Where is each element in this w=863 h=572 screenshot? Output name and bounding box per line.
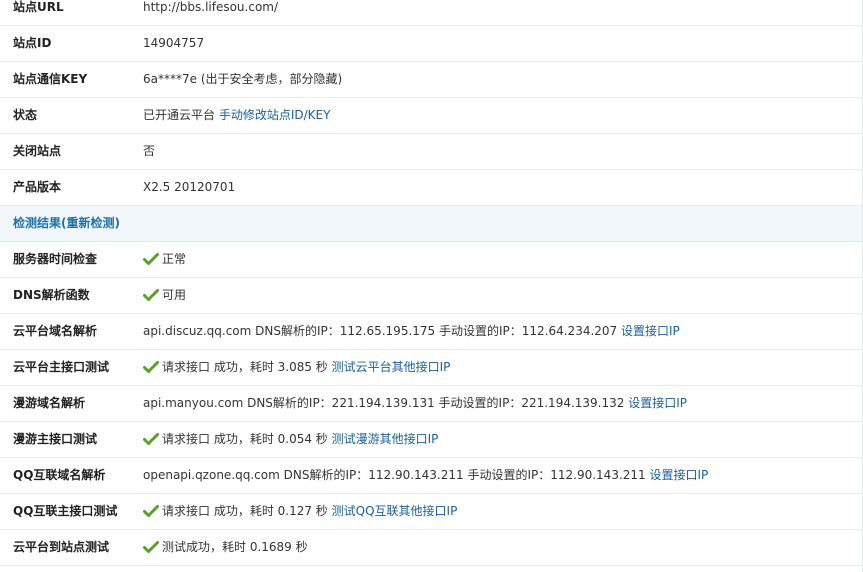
check-mark-icon xyxy=(143,289,159,301)
dns-func-value-group: 可用 xyxy=(143,278,186,313)
cloud-set-ip-link[interactable]: 设置接口IP xyxy=(621,324,680,338)
status-value-group: 已开通云平台 手动修改站点ID/KEY xyxy=(143,98,330,133)
dns-func-label: DNS解析函数 xyxy=(13,288,90,302)
row-qq-api: QQ互联主接口测试 请求接口 成功，耗时 0.127 秒 测试QQ互联其他接口I… xyxy=(0,494,863,530)
qq-dns-value-group: openapi.qzone.qq.com DNS解析的IP：112.90.143… xyxy=(143,458,708,493)
manyou-dns-value: api.manyou.com DNS解析的IP：221.194.139.131 … xyxy=(143,396,625,410)
version-label: 产品版本 xyxy=(13,180,62,194)
cloud-status-table: 站点URL http://bbs.lifesou.com/ 站点ID 14904… xyxy=(0,0,863,566)
check-mark-icon xyxy=(143,541,159,553)
qq-dns-value: openapi.qzone.qq.com DNS解析的IP：112.90.143… xyxy=(143,468,646,482)
qq-dns-label: QQ互联域名解析 xyxy=(13,468,106,482)
server-time-value: 正常 xyxy=(162,252,187,266)
status-label: 状态 xyxy=(13,108,38,122)
row-cloud-api: 云平台主接口测试 请求接口 成功，耗时 3.085 秒 测试云平台其他接口IP xyxy=(0,350,863,386)
row-manyou-dns: 漫游域名解析 api.manyou.com DNS解析的IP：221.194.1… xyxy=(0,386,863,422)
row-qq-dns: QQ互联域名解析 openapi.qzone.qq.com DNS解析的IP：1… xyxy=(0,458,863,494)
row-cloud-dns: 云平台域名解析 api.discuz.qq.com DNS解析的IP：112.6… xyxy=(0,314,863,350)
cloud-api-value-group: 请求接口 成功，耗时 3.085 秒 测试云平台其他接口IP xyxy=(143,350,450,385)
server-time-value-group: 正常 xyxy=(143,242,186,277)
qq-set-ip-link[interactable]: 设置接口IP xyxy=(650,468,709,482)
row-site-url: 站点URL http://bbs.lifesou.com/ xyxy=(0,0,863,26)
cloud-test-other-ip-link[interactable]: 测试云平台其他接口IP xyxy=(332,360,451,374)
row-version: 产品版本 X2.5 20120701 xyxy=(0,170,863,206)
dns-func-value: 可用 xyxy=(162,288,187,302)
check-mark-icon xyxy=(143,505,159,517)
row-cloud-site: 云平台到站点测试 测试成功，耗时 0.1689 秒 xyxy=(0,530,863,566)
cloud-dns-label: 云平台域名解析 xyxy=(13,324,98,338)
cloud-api-value: 请求接口 成功，耗时 3.085 秒 xyxy=(162,360,328,374)
row-check-results-header: 检测结果(重新检测) xyxy=(0,206,863,242)
manyou-test-other-ip-link[interactable]: 测试漫游其他接口IP xyxy=(332,432,439,446)
manyou-api-label: 漫游主接口测试 xyxy=(13,432,98,446)
row-manyou-api: 漫游主接口测试 请求接口 成功，耗时 0.054 秒 测试漫游其他接口IP xyxy=(0,422,863,458)
row-dns-func: DNS解析函数 可用 xyxy=(0,278,863,314)
row-site-key: 站点通信KEY 6a****7e (出于安全考虑，部分隐藏) xyxy=(0,62,863,98)
cloud-site-value: 测试成功，耗时 0.1689 秒 xyxy=(162,540,308,554)
manyou-api-value: 请求接口 成功，耗时 0.054 秒 xyxy=(162,432,328,446)
site-closed-value: 否 xyxy=(143,144,156,158)
site-key-value: 6a****7e (出于安全考虑，部分隐藏) xyxy=(143,72,343,86)
status-value: 已开通云平台 xyxy=(143,108,216,122)
manyou-dns-label: 漫游域名解析 xyxy=(13,396,86,410)
check-mark-icon xyxy=(143,253,159,265)
site-url-value: http://bbs.lifesou.com/ xyxy=(143,0,279,14)
version-value: X2.5 20120701 xyxy=(143,180,236,194)
row-server-time: 服务器时间检查 正常 xyxy=(0,242,863,278)
row-site-closed: 关闭站点 否 xyxy=(0,134,863,170)
server-time-label: 服务器时间检查 xyxy=(13,252,98,266)
modify-site-key-link[interactable]: 手动修改站点ID/KEY xyxy=(219,108,331,122)
qq-api-label: QQ互联主接口测试 xyxy=(13,504,118,518)
site-id-value: 14904757 xyxy=(143,36,205,50)
site-id-label: 站点ID xyxy=(13,36,52,50)
cloud-dns-value-group: api.discuz.qq.com DNS解析的IP：112.65.195.17… xyxy=(143,314,680,349)
manyou-set-ip-link[interactable]: 设置接口IP xyxy=(628,396,687,410)
site-key-label: 站点通信KEY xyxy=(13,72,88,86)
check-mark-icon xyxy=(143,433,159,445)
site-closed-label: 关闭站点 xyxy=(13,144,62,158)
cloud-site-value-group: 测试成功，耗时 0.1689 秒 xyxy=(143,530,308,565)
check-results-title[interactable]: 检测结果(重新检测) xyxy=(13,206,120,241)
manyou-dns-value-group: api.manyou.com DNS解析的IP：221.194.139.131 … xyxy=(143,386,687,421)
check-mark-icon xyxy=(143,361,159,373)
cloud-dns-value: api.discuz.qq.com DNS解析的IP：112.65.195.17… xyxy=(143,324,618,338)
qq-test-other-ip-link[interactable]: 测试QQ互联其他接口IP xyxy=(332,504,458,518)
row-site-id: 站点ID 14904757 xyxy=(0,26,863,62)
cloud-site-label: 云平台到站点测试 xyxy=(13,540,110,554)
qq-api-value-group: 请求接口 成功，耗时 0.127 秒 测试QQ互联其他接口IP xyxy=(143,494,457,529)
cloud-api-label: 云平台主接口测试 xyxy=(13,360,110,374)
manyou-api-value-group: 请求接口 成功，耗时 0.054 秒 测试漫游其他接口IP xyxy=(143,422,438,457)
row-status: 状态 已开通云平台 手动修改站点ID/KEY xyxy=(0,98,863,134)
site-url-label: 站点URL xyxy=(13,0,64,14)
qq-api-value: 请求接口 成功，耗时 0.127 秒 xyxy=(162,504,328,518)
